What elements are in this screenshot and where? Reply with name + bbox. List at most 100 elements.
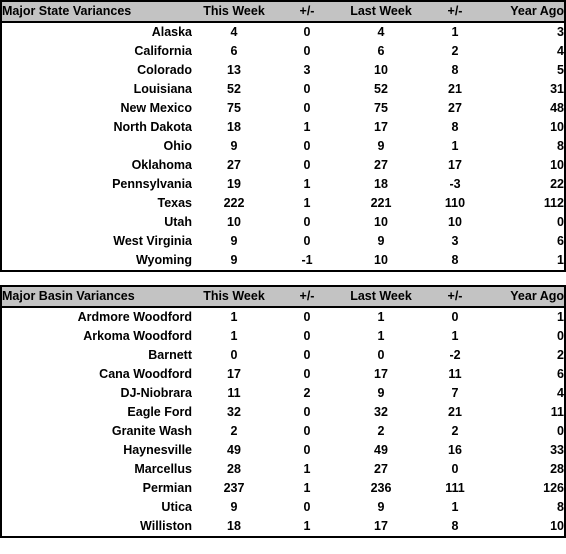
table-row: Granite Wash 2 0 2 2 0 [2, 422, 564, 441]
row-year-ago-cell: 6 [557, 367, 564, 381]
row-change-2-cell: 21 [448, 405, 462, 419]
row-change-2-cell: 0 [451, 462, 459, 476]
table-row: Utica 9 0 9 1 8 [2, 498, 564, 517]
row-this-week-cell: 0 [230, 348, 238, 362]
row-last-week-cell: 52 [374, 82, 388, 96]
header-row: Major State Variances This Week +/- Last… [2, 2, 564, 23]
table-row: Marcellus 28 1 27 0 28 [2, 460, 564, 479]
table-row: Barnett 0 0 0 -2 2 [2, 346, 564, 365]
row-change-1-cell: -1 [301, 253, 313, 267]
major-basin-variances-table-block: Major Basin Variances This Week +/- Last… [0, 285, 566, 538]
row-this-week-cell: 10 [227, 215, 241, 229]
row-change-2-cell: 11 [448, 367, 462, 381]
row-label-cell: Arkoma Woodford [83, 329, 192, 343]
row-change-1-cell: 0 [303, 101, 311, 115]
row-change-1-cell: 0 [303, 424, 311, 438]
row-change-2-cell: 110 [444, 196, 466, 210]
row-last-week-cell: 1 [377, 329, 385, 343]
table-row: Williston 18 1 17 8 10 [2, 517, 564, 536]
row-change-1-cell: 1 [303, 481, 311, 495]
row-change-2-cell: 1 [451, 25, 459, 39]
row-last-week-cell: 1 [377, 310, 385, 324]
row-label-cell: Haynesville [123, 443, 192, 457]
row-label-cell: Colorado [137, 63, 192, 77]
row-this-week-cell: 1 [230, 310, 238, 324]
row-last-week-cell: 27 [374, 158, 388, 172]
table-row: DJ-Niobrara 11 2 9 7 4 [2, 384, 564, 403]
table-body: Alaska 4 0 4 1 3 California 6 0 6 2 4 Colorado 13 3 10 8… [2, 22, 564, 270]
row-this-week-cell: 11 [227, 386, 241, 400]
table-header: Major Basin Variances This Week +/- Last… [2, 287, 564, 308]
row-this-week-cell: 17 [227, 367, 241, 381]
row-label-cell: Ohio [163, 139, 192, 153]
row-label-cell: Pennsylvania [112, 177, 192, 191]
row-change-1-cell: 0 [303, 443, 311, 457]
row-change-2-cell: 8 [451, 519, 459, 533]
column-header-this-week: This Week [192, 2, 276, 23]
row-change-2-cell: 21 [448, 82, 462, 96]
row-change-2-cell: 27 [448, 101, 462, 115]
table-header: Major State Variances This Week +/- Last… [2, 2, 564, 23]
row-change-2-cell: -3 [449, 177, 461, 191]
row-year-ago-cell: 4 [557, 386, 564, 400]
row-year-ago-cell: 0 [557, 215, 564, 229]
row-this-week-cell: 49 [227, 443, 241, 457]
row-change-1-cell: 1 [303, 462, 311, 476]
row-change-1-cell: 1 [303, 120, 311, 134]
row-this-week-cell: 237 [223, 481, 245, 495]
row-change-2-cell: -2 [449, 348, 461, 362]
row-change-2-cell: 1 [451, 329, 459, 343]
row-this-week-cell: 9 [230, 139, 238, 153]
row-label-cell: Wyoming [135, 253, 192, 267]
row-change-1-cell: 0 [303, 82, 311, 96]
row-change-2-cell: 17 [448, 158, 462, 172]
major-state-variances-table: Major State Variances This Week +/- Last… [2, 2, 564, 270]
row-this-week-cell: 13 [227, 63, 241, 77]
header-row: Major Basin Variances This Week +/- Last… [2, 287, 564, 308]
row-this-week-cell: 18 [227, 519, 241, 533]
row-label-cell: Marcellus [134, 462, 192, 476]
row-last-week-cell: 18 [374, 177, 388, 191]
row-change-2-cell: 0 [451, 310, 459, 324]
row-change-1-cell: 0 [303, 158, 311, 172]
row-year-ago-cell: 48 [550, 101, 564, 115]
table-row: New Mexico 75 0 75 27 48 [2, 99, 564, 118]
row-this-week-cell: 2 [230, 424, 238, 438]
row-change-1-cell: 0 [303, 348, 311, 362]
table-row: Pennsylvania 19 1 18 -3 22 [2, 175, 564, 194]
table-row: Oklahoma 27 0 27 17 10 [2, 156, 564, 175]
row-change-1-cell: 1 [303, 519, 311, 533]
row-year-ago-cell: 2 [557, 348, 564, 362]
row-year-ago-cell: 6 [557, 234, 564, 248]
row-this-week-cell: 52 [227, 82, 241, 96]
row-last-week-cell: 10 [374, 63, 388, 77]
table-row: Haynesville 49 0 49 16 33 [2, 441, 564, 460]
row-last-week-cell: 9 [377, 234, 385, 248]
row-label-cell: Utah [164, 215, 192, 229]
row-last-week-cell: 2 [377, 424, 385, 438]
table-row: Ohio 9 0 9 1 8 [2, 137, 564, 156]
row-year-ago-cell: 10 [550, 120, 564, 134]
row-year-ago-cell: 0 [557, 329, 564, 343]
row-last-week-cell: 17 [374, 120, 388, 134]
row-this-week-cell: 32 [227, 405, 241, 419]
column-header-year-ago: Year Ago [486, 2, 564, 23]
row-this-week-cell: 9 [230, 500, 238, 514]
row-year-ago-cell: 0 [557, 424, 564, 438]
table-row: Louisiana 52 0 52 21 31 [2, 80, 564, 99]
row-change-2-cell: 8 [451, 253, 459, 267]
row-label-cell: Ardmore Woodford [77, 310, 192, 324]
row-change-1-cell: 0 [303, 405, 311, 419]
row-change-2-cell: 111 [445, 481, 465, 495]
row-year-ago-cell: 126 [543, 481, 564, 495]
row-this-week-cell: 6 [230, 44, 238, 58]
row-this-week-cell: 75 [227, 101, 241, 115]
table-row: Arkoma Woodford 1 0 1 1 0 [2, 327, 564, 346]
table-row: Eagle Ford 32 0 32 21 11 [2, 403, 564, 422]
row-year-ago-cell: 31 [550, 82, 564, 96]
column-header-title: Major Basin Variances [2, 287, 192, 308]
row-label-cell: Oklahoma [131, 158, 192, 172]
row-change-2-cell: 1 [451, 500, 459, 514]
row-change-1-cell: 1 [303, 177, 311, 191]
row-year-ago-cell: 10 [550, 158, 564, 172]
